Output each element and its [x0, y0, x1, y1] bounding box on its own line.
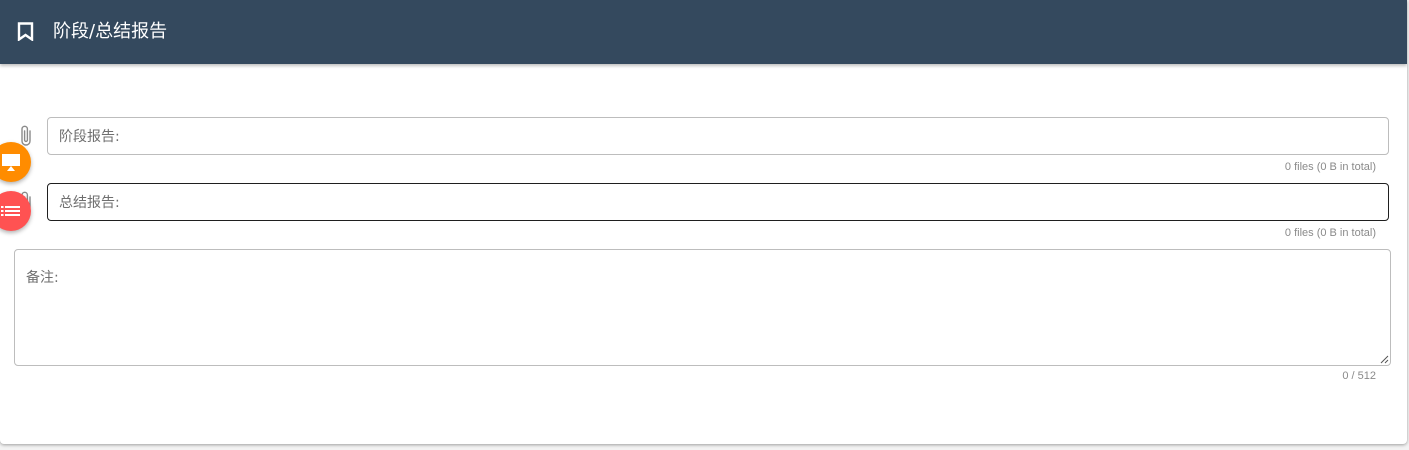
- report-card: 阶段/总结报告 阶段报告: 0 files (0 B in total) 总结报…: [0, 0, 1407, 444]
- page-header: 阶段/总结报告: [0, 0, 1407, 64]
- present-to-all-icon: [2, 154, 20, 171]
- remarks-label: 备注:: [26, 270, 59, 286]
- summary-report-file-input[interactable]: 总结报告:: [47, 183, 1389, 221]
- remarks-char-counter: 0 / 512: [1342, 370, 1376, 382]
- stage-report-file-count: 0 files (0 B in total): [1284, 161, 1376, 173]
- remarks-textarea[interactable]: 备注:: [14, 249, 1391, 366]
- stage-report-label: 阶段报告:: [59, 129, 120, 145]
- summary-report-file-count: 0 files (0 B in total): [1284, 227, 1376, 239]
- list-icon: [1, 206, 20, 216]
- summary-report-label: 总结报告:: [59, 195, 120, 211]
- bookmark-icon: [17, 22, 34, 41]
- stage-report-file-input[interactable]: 阶段报告:: [47, 117, 1389, 155]
- page-title: 阶段/总结报告: [53, 21, 168, 42]
- present-fab-button[interactable]: [0, 142, 31, 182]
- resize-handle-icon[interactable]: [1379, 354, 1389, 364]
